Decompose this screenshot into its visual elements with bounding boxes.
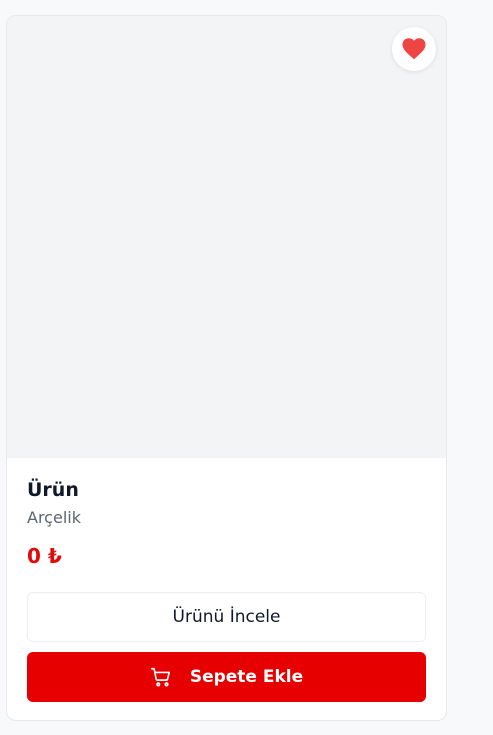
product-info: Ürün Arçelik 0 ₺ bbox=[27, 478, 426, 569]
favorite-button[interactable] bbox=[392, 27, 436, 71]
add-to-cart-button[interactable]: Sepete Ekle bbox=[27, 652, 426, 702]
product-title[interactable]: Ürün bbox=[27, 478, 426, 502]
inspect-product-button[interactable]: Ürünü İncele bbox=[27, 592, 426, 642]
product-price: 0 ₺ bbox=[27, 544, 62, 568]
product-card: Ürün Arçelik 0 ₺ Ürünü İncele Sepete Ekl… bbox=[6, 15, 447, 721]
product-brand: Arçelik bbox=[27, 508, 81, 527]
shopping-cart-icon bbox=[150, 666, 172, 688]
add-to-cart-label: Sepete Ekle bbox=[189, 667, 304, 687]
heart-icon bbox=[402, 38, 426, 60]
product-image-placeholder[interactable] bbox=[7, 16, 446, 458]
inspect-product-label: Ürünü İncele bbox=[172, 607, 281, 627]
